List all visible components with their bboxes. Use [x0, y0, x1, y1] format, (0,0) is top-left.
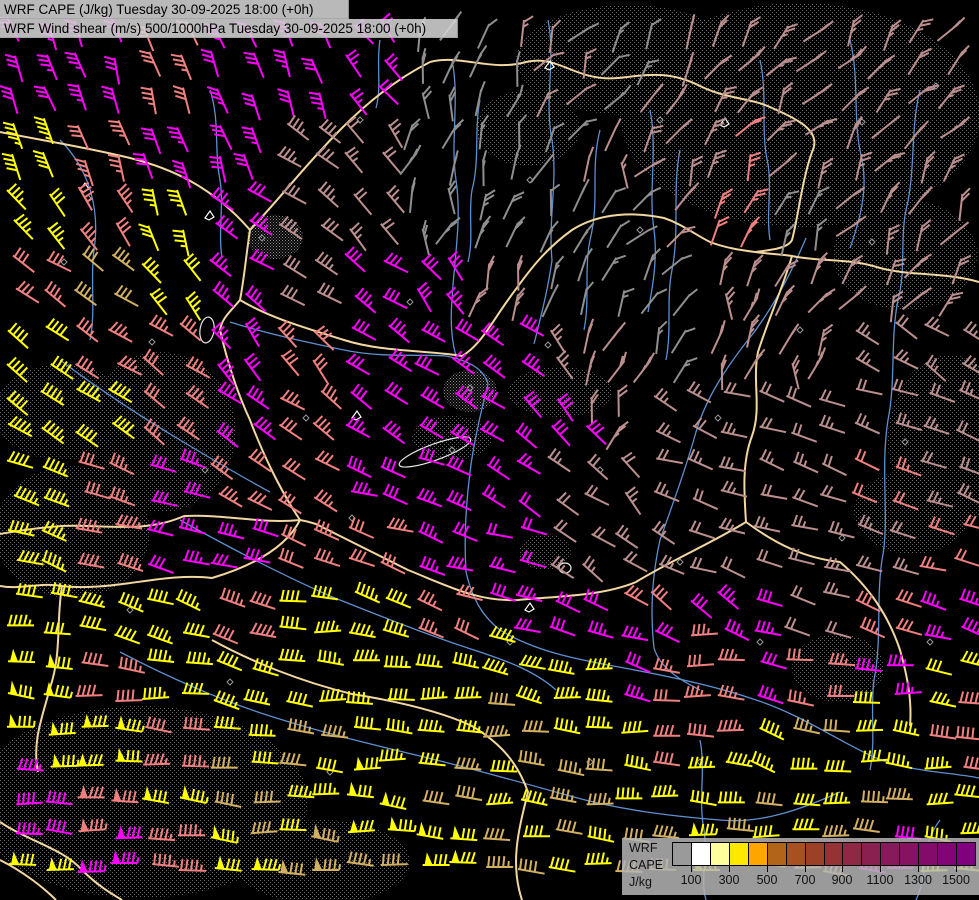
legend-color-scale: 100 300 500 700 900 1100 1300 1500 [622, 838, 979, 895]
legend-color-box [691, 842, 711, 866]
legend-tick [729, 866, 730, 872]
legend-color-box [767, 842, 787, 866]
legend-color-box [786, 842, 806, 866]
title-windshear-text: WRF Wind shear (m/s) 500/1000hPa Tuesday… [4, 21, 427, 36]
legend-color-box [861, 842, 881, 866]
legend-color-box [880, 842, 900, 866]
legend-color-box [956, 842, 976, 866]
terrain-stipple [854, 470, 970, 554]
legend-tick [767, 866, 768, 872]
legend-color-box [710, 842, 730, 866]
legend-color-box [672, 842, 692, 866]
legend-tick-label: 1500 [942, 873, 970, 887]
terrain-stipple [476, 90, 580, 166]
terrain-stipple [0, 466, 150, 598]
legend-color-box [842, 842, 862, 866]
legend-color-box [937, 842, 957, 866]
legend-tick-label: 900 [831, 873, 853, 887]
legend-color-box [729, 842, 749, 866]
legend-color-box [918, 842, 938, 866]
legend-tick [918, 866, 919, 872]
legend-tick-label: 300 [718, 873, 740, 887]
legend-color-box [805, 842, 825, 866]
legend-tick-label: 1300 [904, 873, 932, 887]
legend-tick-label: 700 [794, 873, 816, 887]
legend-tick [691, 866, 692, 872]
weather-map-app: WRF CAPE (J/kg) Tuesday 30-09-2025 18:00… [0, 0, 979, 900]
weather-map [0, 0, 979, 900]
legend-color-box [748, 842, 768, 866]
terrain-stipple [0, 364, 130, 460]
title-cape-text: WRF CAPE (J/kg) Tuesday 30-09-2025 18:00… [4, 2, 314, 17]
cape-legend: WRF CAPE J/kg 100 300 500 700 900 1100 1300 150… [622, 838, 979, 895]
legend-color-box [899, 842, 919, 866]
title-bar-cape: WRF CAPE (J/kg) Tuesday 30-09-2025 18:00… [0, 0, 349, 19]
terrain-stipple [792, 634, 884, 702]
legend-color-box [824, 842, 843, 866]
legend-tick-label: 1100 [866, 873, 894, 887]
legend-tick [880, 866, 881, 872]
legend-tick [805, 866, 806, 872]
title-bar-windshear: WRF Wind shear (m/s) 500/1000hPa Tuesday… [0, 19, 458, 38]
legend-tick-label: 100 [680, 873, 702, 887]
legend-tick-label: 500 [756, 873, 778, 887]
legend-tick [956, 866, 957, 872]
legend-tick [842, 866, 843, 872]
